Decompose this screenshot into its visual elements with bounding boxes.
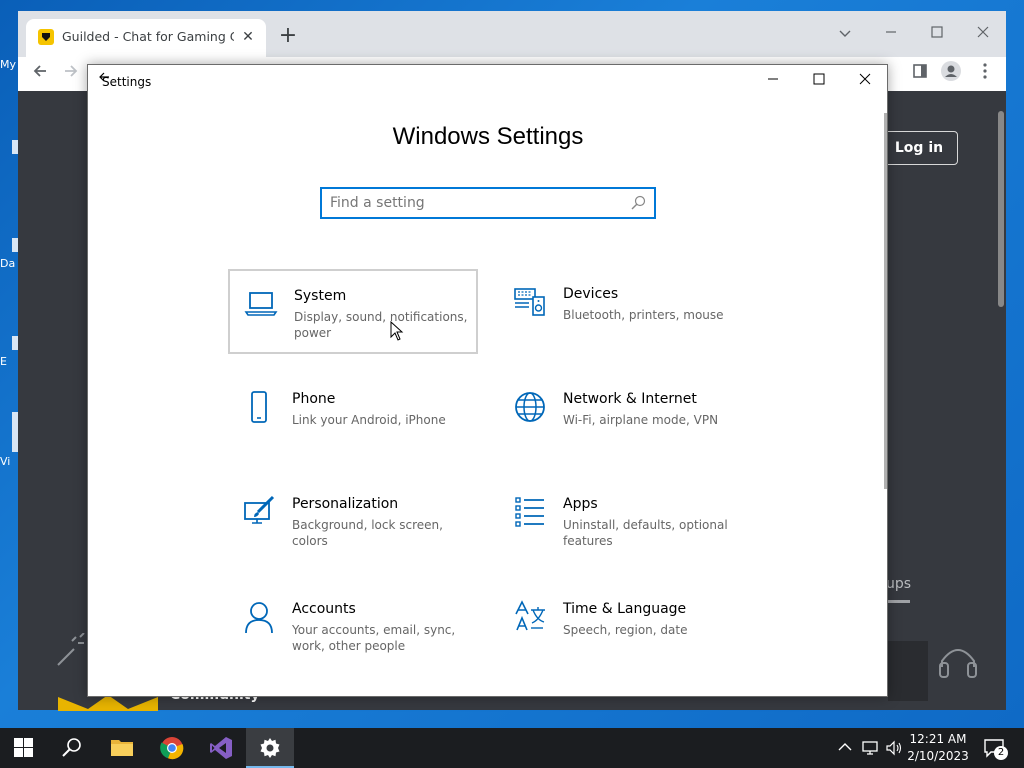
page-scrollbar[interactable] bbox=[998, 111, 1004, 307]
tile-system[interactable]: System Display, sound, notifications, po… bbox=[228, 269, 478, 354]
new-tab-button[interactable]: + bbox=[276, 25, 300, 49]
side-panel-icon[interactable] bbox=[907, 61, 933, 87]
browser-close-icon[interactable] bbox=[968, 19, 998, 49]
browser-tab[interactable]: Guilded - Chat for Gaming Communities ✕ bbox=[26, 19, 266, 57]
notification-count-badge: 2 bbox=[994, 746, 1008, 760]
tile-devices[interactable]: Devices Bluetooth, printers, mouse bbox=[499, 269, 749, 354]
tile-description: Uninstall, defaults, optional features bbox=[563, 518, 728, 548]
taskbar-chrome[interactable] bbox=[148, 728, 196, 768]
taskbar-settings[interactable] bbox=[246, 728, 294, 768]
gear-icon bbox=[260, 738, 280, 758]
tile-time-language[interactable]: Time & Language Speech, region, date bbox=[499, 584, 749, 669]
laptop-icon bbox=[244, 292, 278, 316]
tile-personalization[interactable]: Personalization Background, lock screen,… bbox=[228, 479, 478, 564]
profile-avatar-icon[interactable] bbox=[938, 61, 964, 87]
tab-search-icon[interactable] bbox=[830, 19, 860, 49]
phone-icon bbox=[251, 391, 267, 423]
desktop-icon-label[interactable]: My bbox=[0, 58, 18, 71]
tile-description: Display, sound, notifications, power bbox=[294, 310, 468, 340]
taskbar-visual-studio[interactable] bbox=[197, 728, 245, 768]
taskbar: 12:21 AM 2/10/2023 2 bbox=[0, 728, 1024, 768]
headset-icon bbox=[939, 649, 977, 678]
mouse-cursor-icon bbox=[390, 321, 404, 341]
page-card bbox=[888, 641, 928, 701]
tile-network-internet[interactable]: Network & Internet Wi-Fi, airplane mode,… bbox=[499, 374, 749, 459]
page-title: Windows Settings bbox=[392, 123, 584, 150]
browser-minimize-icon[interactable] bbox=[876, 19, 906, 49]
taskbar-search-button[interactable] bbox=[48, 728, 96, 768]
tile-title: Apps bbox=[563, 496, 598, 512]
underline-decoration bbox=[886, 600, 910, 603]
tile-description: Wi-Fi, airplane mode, VPN bbox=[563, 413, 719, 427]
tab-title: Guilded - Chat for Gaming Communities bbox=[62, 29, 234, 44]
tile-title: Personalization bbox=[292, 496, 399, 512]
clock-time: 12:21 AM bbox=[909, 732, 967, 746]
time-language-icon bbox=[515, 600, 545, 631]
tile-title: Network & Internet bbox=[563, 391, 697, 407]
desktop-icon-label[interactable]: Da bbox=[0, 257, 18, 270]
tile-description: Bluetooth, printers, mouse bbox=[563, 308, 724, 322]
visual-studio-icon bbox=[210, 737, 232, 759]
chevron-up-icon[interactable] bbox=[838, 742, 852, 752]
search-input[interactable] bbox=[330, 193, 620, 213]
globe-icon bbox=[515, 392, 545, 422]
settings-window: Settings Windows Settings System Display… bbox=[87, 64, 888, 697]
login-button[interactable]: Log in bbox=[880, 131, 958, 165]
browser-maximize-icon[interactable] bbox=[922, 19, 952, 49]
clock-date: 2/10/2023 bbox=[907, 749, 969, 763]
window-title: Settings bbox=[102, 75, 152, 89]
system-clock[interactable]: 12:21 AM 2/10/2023 bbox=[906, 731, 970, 765]
sparkle-icon bbox=[57, 633, 85, 666]
taskbar-file-explorer[interactable] bbox=[98, 728, 146, 768]
tile-title: Time & Language bbox=[563, 601, 687, 617]
volume-icon[interactable] bbox=[885, 740, 903, 756]
apps-list-icon bbox=[515, 497, 544, 527]
tile-title: Devices bbox=[563, 286, 619, 302]
settings-scrollbar[interactable] bbox=[884, 113, 887, 489]
tab-close-icon[interactable]: ✕ bbox=[238, 27, 258, 47]
desktop-icon-label[interactable]: Vi bbox=[0, 455, 18, 468]
keyboard-speaker-icon bbox=[514, 288, 545, 316]
tile-description: Link your Android, iPhone bbox=[292, 413, 446, 427]
back-arrow-icon[interactable] bbox=[27, 61, 53, 87]
forward-arrow-icon[interactable] bbox=[58, 61, 84, 87]
tile-accounts[interactable]: Accounts Your accounts, email, sync, wor… bbox=[228, 584, 478, 669]
close-button[interactable] bbox=[842, 65, 888, 97]
chrome-icon bbox=[160, 737, 184, 760]
search-icon bbox=[62, 738, 81, 757]
start-button[interactable] bbox=[0, 728, 48, 768]
tile-description: Speech, region, date bbox=[563, 623, 688, 637]
folder-icon bbox=[111, 740, 133, 756]
search-icon[interactable] bbox=[630, 195, 646, 211]
person-icon bbox=[245, 602, 273, 634]
tile-phone[interactable]: Phone Link your Android, iPhone bbox=[228, 374, 478, 459]
search-field[interactable] bbox=[320, 187, 656, 219]
maximize-button[interactable] bbox=[796, 65, 842, 97]
paint-brush-icon bbox=[244, 495, 275, 524]
network-icon[interactable] bbox=[862, 740, 880, 756]
tile-title: Accounts bbox=[292, 601, 356, 617]
desktop-icon-label[interactable]: E bbox=[0, 355, 18, 368]
guilded-favicon-icon bbox=[38, 29, 54, 45]
windows-logo-icon bbox=[14, 738, 33, 757]
tile-description: Background, lock screen, colors bbox=[292, 518, 443, 548]
minimize-button[interactable] bbox=[750, 65, 796, 97]
tile-apps[interactable]: Apps Uninstall, defaults, optional featu… bbox=[499, 479, 749, 564]
tile-title: System bbox=[294, 288, 347, 304]
tab-strip: Guilded - Chat for Gaming Communities ✕ … bbox=[18, 11, 1006, 57]
partial-heading: ups bbox=[886, 576, 912, 592]
kebab-menu-icon[interactable] bbox=[972, 61, 998, 87]
tile-description: Your accounts, email, sync, work, other … bbox=[292, 623, 456, 653]
tile-title: Phone bbox=[292, 391, 336, 407]
